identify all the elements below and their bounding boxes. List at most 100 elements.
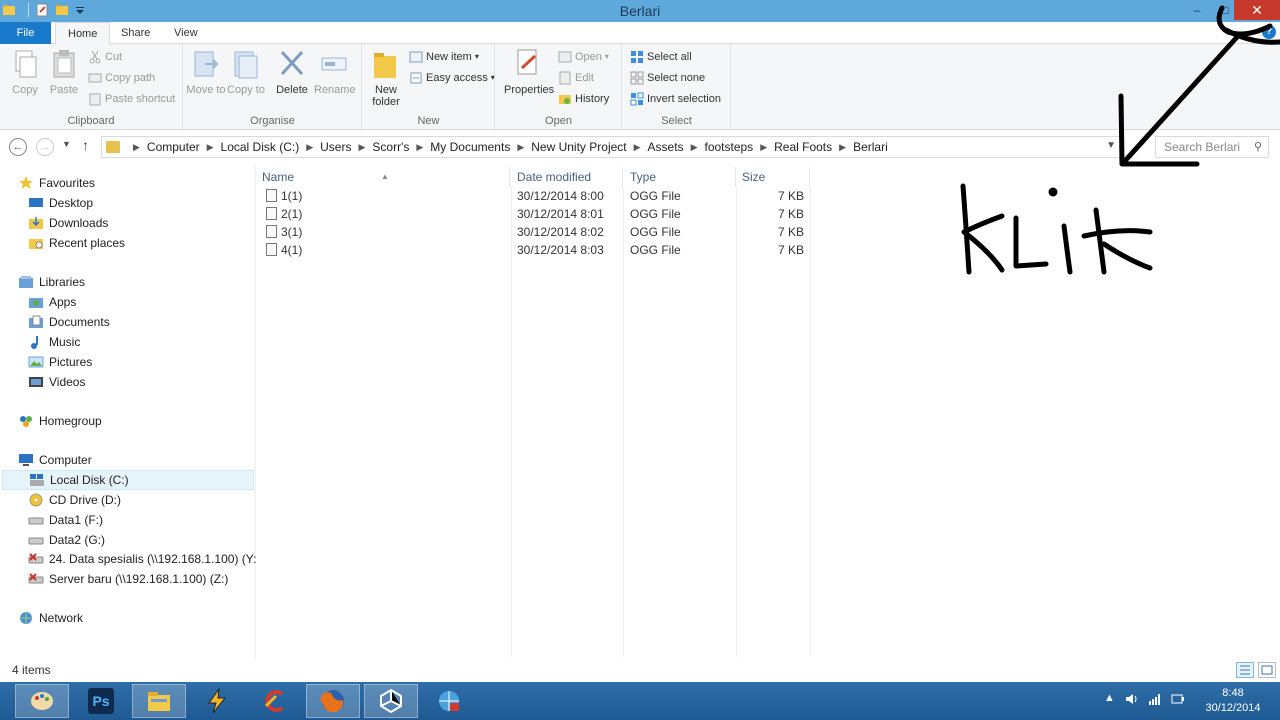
file-row[interactable]: 2(1) 30/12/2014 8:01 OGG File 7 KB <box>256 205 810 223</box>
breadcrumb-separator-icon[interactable]: ▶ <box>691 142 698 153</box>
delete-button[interactable]: Delete <box>272 48 312 96</box>
move-to-button[interactable]: Move to <box>186 48 226 96</box>
invert-selection-button[interactable]: Invert selection <box>630 90 721 108</box>
nav-data2[interactable]: Data2 (G:) <box>28 530 105 550</box>
power-icon[interactable] <box>1170 692 1184 709</box>
nav-recent-places[interactable]: Recent places <box>28 233 125 253</box>
rename-button[interactable]: Rename <box>314 48 356 96</box>
minimize-button[interactable]: – <box>1184 0 1210 20</box>
breadcrumb-scorrs[interactable]: Scorr's <box>372 140 409 154</box>
taskbar-browser-app[interactable] <box>422 684 476 718</box>
file-row[interactable]: 3(1) 30/12/2014 8:02 OGG File 7 KB <box>256 223 810 241</box>
select-all-button[interactable]: Select all <box>630 48 692 66</box>
close-button[interactable]: ✕ <box>1234 0 1280 20</box>
nav-computer[interactable]: Computer <box>18 450 92 470</box>
large-icons-view-button[interactable] <box>1258 662 1276 678</box>
select-none-button[interactable]: Select none <box>630 69 705 87</box>
cut-button[interactable]: Cut <box>88 48 122 66</box>
nav-libraries[interactable]: Libraries <box>18 272 85 292</box>
nav-local-disk[interactable]: Local Disk (C:) <box>2 470 254 490</box>
breadcrumb-separator-icon[interactable]: ▶ <box>416 142 423 153</box>
search-icon[interactable]: ⚲ <box>1254 137 1262 157</box>
column-date-modified[interactable]: Date modified <box>511 167 623 187</box>
volume-icon[interactable] <box>1125 692 1139 709</box>
system-clock[interactable]: 8:48 30/12/2014 <box>1198 686 1268 716</box>
breadcrumb-computer[interactable]: Computer <box>147 140 200 154</box>
paste-shortcut-button[interactable]: Paste shortcut <box>88 90 175 108</box>
forward-button[interactable]: → <box>36 138 54 156</box>
taskbar-paint-app[interactable] <box>15 684 69 718</box>
taskbar-firefox-app[interactable] <box>306 684 360 718</box>
nav-network-label: Network <box>39 611 84 625</box>
breadcrumb-separator-icon[interactable]: ▶ <box>839 142 846 153</box>
edit-button[interactable]: Edit <box>558 69 594 87</box>
breadcrumb-local-disk[interactable]: Local Disk (C:) <box>221 140 300 154</box>
nav-desktop[interactable]: Desktop <box>28 193 93 213</box>
breadcrumb-real-foots[interactable]: Real Foots <box>774 140 832 154</box>
nav-server-baru[interactable]: Server baru (\\192.168.1.100) (Z:) <box>28 569 228 589</box>
file-row[interactable]: 1(1) 30/12/2014 8:00 OGG File 7 KB <box>256 187 810 205</box>
taskbar-explorer-app[interactable] <box>132 684 186 718</box>
breadcrumb-new-unity-project[interactable]: New Unity Project <box>531 140 626 154</box>
back-button[interactable]: ← <box>9 138 27 156</box>
breadcrumb-assets[interactable]: Assets <box>648 140 684 154</box>
address-dropdown-icon[interactable]: ▼ <box>1106 140 1116 151</box>
breadcrumb-users[interactable]: Users <box>320 140 351 154</box>
nav-apps[interactable]: Apps <box>28 292 76 312</box>
nav-downloads[interactable]: Downloads <box>28 213 108 233</box>
nav-cd-drive[interactable]: CD Drive (D:) <box>28 490 121 510</box>
nav-music[interactable]: Music <box>28 332 80 352</box>
breadcrumb-separator-icon[interactable]: ▶ <box>207 142 214 153</box>
nav-videos[interactable]: Videos <box>28 372 85 392</box>
paste-button[interactable]: Paste <box>44 48 84 96</box>
tab-view[interactable]: View <box>162 22 210 44</box>
address-bar[interactable]: ▶ Computer ▶ Local Disk (C:) ▶ Users ▶ S… <box>101 136 1121 158</box>
nav-data1[interactable]: Data1 (F:) <box>28 510 103 530</box>
copy-path-button[interactable]: Copy path <box>88 69 155 87</box>
taskbar-ccleaner-app[interactable] <box>248 684 302 718</box>
file-row[interactable]: 4(1) 30/12/2014 8:03 OGG File 7 KB <box>256 241 810 259</box>
file-icon <box>266 189 277 202</box>
paste-shortcut-label: Paste shortcut <box>105 93 176 105</box>
new-folder-button[interactable]: New folder <box>366 48 406 108</box>
recent-locations-chevron-icon[interactable]: ▼ <box>62 139 71 149</box>
breadcrumb-separator-icon[interactable]: ▶ <box>358 142 365 153</box>
open-button[interactable]: Open ▾ <box>558 48 609 66</box>
tab-file[interactable]: File <box>0 22 51 44</box>
nav-network[interactable]: Network <box>18 608 83 628</box>
taskbar-unity-app[interactable] <box>364 684 418 718</box>
breadcrumb-separator-icon[interactable]: ▶ <box>760 142 767 153</box>
breadcrumb-separator-icon[interactable]: ▶ <box>517 142 524 153</box>
up-button[interactable]: ↑ <box>82 137 89 153</box>
breadcrumb-my-documents[interactable]: My Documents <box>430 140 510 154</box>
tab-home[interactable]: Home <box>55 22 111 45</box>
history-button[interactable]: History <box>558 90 609 108</box>
breadcrumb-separator-icon[interactable]: ▶ <box>133 142 140 153</box>
column-type[interactable]: Type <box>624 167 736 187</box>
nav-data-spesialis[interactable]: 24. Data spesialis (\\192.168.1.100) (Y:… <box>28 549 260 569</box>
breadcrumb-berlari[interactable]: Berlari <box>853 140 888 154</box>
file-type: OGG File <box>630 243 681 257</box>
nav-homegroup[interactable]: Homegroup <box>18 411 102 431</box>
details-view-button[interactable] <box>1236 662 1254 678</box>
nav-favourites[interactable]: Favourites <box>18 173 95 193</box>
column-size[interactable]: Size <box>736 167 810 187</box>
tab-share[interactable]: Share <box>109 22 162 44</box>
show-hidden-icons-icon[interactable]: ▲ <box>1104 692 1115 704</box>
breadcrumb-footsteps[interactable]: footsteps <box>704 140 753 154</box>
network-signal-icon[interactable] <box>1148 692 1162 709</box>
properties-button[interactable]: Properties <box>504 48 554 96</box>
nav-pictures[interactable]: Pictures <box>28 352 92 372</box>
column-name[interactable]: Name ▲ <box>256 167 510 187</box>
taskbar-photoshop-app[interactable]: Ps <box>74 684 128 718</box>
taskbar-winamp-app[interactable] <box>190 684 244 718</box>
copy-to-button[interactable]: Copy to <box>226 48 266 96</box>
nav-documents[interactable]: Documents <box>28 312 110 332</box>
breadcrumb-separator-icon[interactable]: ▶ <box>306 142 313 153</box>
breadcrumb-separator-icon[interactable]: ▶ <box>634 142 641 153</box>
new-item-button[interactable]: New item ▾ <box>409 48 479 66</box>
search-input[interactable]: Search Berlari ⚲ <box>1155 136 1269 158</box>
easy-access-button[interactable]: Easy access ▾ <box>409 69 495 87</box>
copy-button[interactable]: Copy <box>5 48 45 96</box>
help-icon[interactable]: ? <box>1262 25 1276 39</box>
